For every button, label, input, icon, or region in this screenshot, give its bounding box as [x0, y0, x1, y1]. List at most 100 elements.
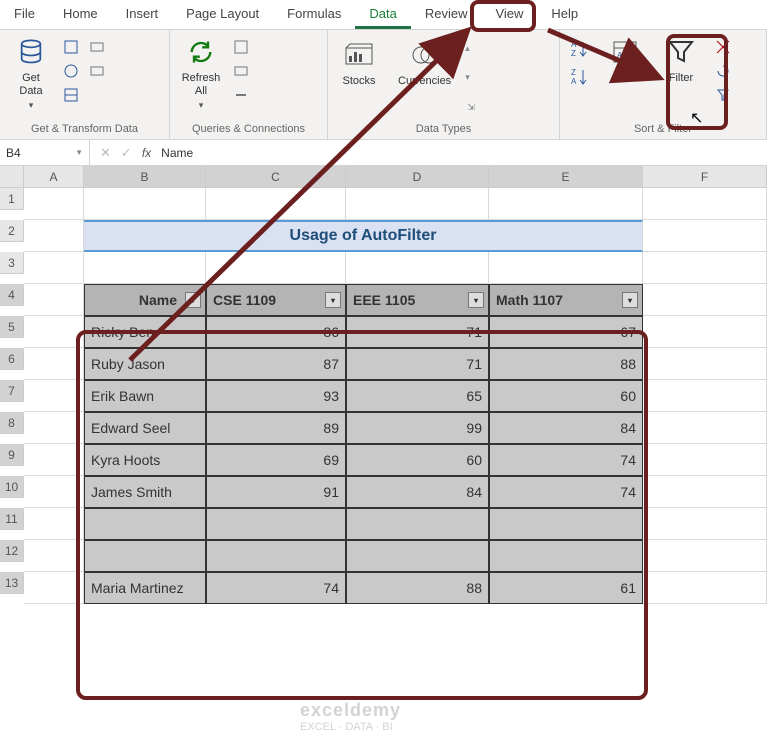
cell[interactable] [643, 508, 767, 540]
row-4[interactable]: 4 [0, 284, 24, 306]
cell[interactable] [643, 348, 767, 380]
table-cell[interactable]: 84 [489, 412, 643, 444]
cell[interactable] [643, 188, 767, 220]
cell[interactable] [84, 188, 206, 220]
table-cell[interactable] [84, 508, 206, 540]
from-web-button[interactable] [60, 60, 82, 82]
table-cell[interactable] [346, 540, 489, 572]
cell[interactable] [643, 380, 767, 412]
fx-cancel-icon[interactable]: ✕ [100, 145, 111, 161]
table-cell[interactable]: 74 [489, 476, 643, 508]
row-2[interactable]: 2 [0, 220, 24, 242]
col-D[interactable]: D [346, 166, 489, 188]
row-8[interactable]: 8 [0, 412, 24, 434]
filter-dropdown-icon[interactable]: ▾ [185, 292, 201, 308]
table-cell[interactable]: 60 [346, 444, 489, 476]
row-9[interactable]: 9 [0, 444, 24, 466]
cell[interactable] [643, 572, 767, 604]
sort-za-button[interactable]: ZA [566, 64, 594, 90]
title-cell[interactable]: Usage of AutoFilter [84, 220, 643, 252]
table-cell[interactable]: 60 [489, 380, 643, 412]
cell[interactable] [346, 252, 489, 284]
table-cell[interactable]: 71 [346, 316, 489, 348]
row-13[interactable]: 13 [0, 572, 24, 594]
table-cell[interactable]: Edward Seel [84, 412, 206, 444]
cell[interactable] [24, 444, 84, 476]
table-cell[interactable]: Erik Bawn [84, 380, 206, 412]
cell[interactable] [24, 572, 84, 604]
sort-az-button[interactable]: AZ [566, 36, 594, 62]
edit-links-button[interactable] [230, 84, 252, 106]
table-cell[interactable]: 91 [206, 476, 346, 508]
clear-filter-button[interactable] [712, 36, 734, 58]
table-cell[interactable] [489, 540, 643, 572]
cell[interactable] [643, 284, 767, 316]
get-data-button[interactable]: Get Data ▾ [6, 34, 56, 116]
table-cell[interactable]: 67 [489, 316, 643, 348]
col-C[interactable]: C [206, 166, 346, 188]
cell[interactable] [24, 476, 84, 508]
col-A[interactable]: A [24, 166, 84, 188]
table-cell[interactable]: Ricky Ben [84, 316, 206, 348]
filter-dropdown-icon[interactable]: ▾ [468, 292, 484, 308]
table-cell[interactable]: 61 [489, 572, 643, 604]
table-cell[interactable]: 69 [206, 444, 346, 476]
table-cell[interactable]: 74 [206, 572, 346, 604]
table-cell[interactable]: 88 [346, 572, 489, 604]
header-cse[interactable]: CSE 1109▾ [206, 284, 346, 316]
tab-help[interactable]: Help [537, 0, 592, 29]
tab-review[interactable]: Review [411, 0, 482, 29]
data-types-launcher[interactable]: ⇲ [465, 102, 477, 113]
row-3[interactable]: 3 [0, 252, 24, 274]
cell[interactable] [206, 188, 346, 220]
header-name[interactable]: Name▾ [84, 284, 206, 316]
worksheet-grid[interactable]: A B C D E F 1 2 Usage of AutoFilter 3 4 … [0, 166, 767, 604]
cell[interactable] [24, 508, 84, 540]
cell[interactable] [24, 380, 84, 412]
properties-button[interactable] [230, 60, 252, 82]
row-6[interactable]: 6 [0, 348, 24, 370]
filter-button[interactable]: Filter [656, 34, 706, 116]
cell[interactable] [643, 444, 767, 476]
cell[interactable] [643, 316, 767, 348]
tab-view[interactable]: View [481, 0, 537, 29]
cell[interactable] [489, 252, 643, 284]
table-cell[interactable]: James Smith [84, 476, 206, 508]
table-cell[interactable] [84, 540, 206, 572]
cell[interactable] [24, 412, 84, 444]
cell[interactable] [643, 220, 767, 252]
select-all-corner[interactable] [0, 166, 24, 188]
advanced-button[interactable] [712, 84, 734, 106]
fx-icon[interactable]: fx [142, 146, 151, 160]
row-7[interactable]: 7 [0, 380, 24, 402]
cell[interactable] [206, 252, 346, 284]
cell[interactable] [24, 188, 84, 220]
cell[interactable] [643, 540, 767, 572]
table-cell[interactable]: 99 [346, 412, 489, 444]
col-F[interactable]: F [643, 166, 767, 188]
table-cell[interactable]: 89 [206, 412, 346, 444]
cell[interactable] [24, 540, 84, 572]
cell[interactable] [489, 188, 643, 220]
tab-home[interactable]: Home [49, 0, 112, 29]
formula-bar-value[interactable]: Name [161, 146, 193, 160]
from-text-button[interactable] [60, 36, 82, 58]
tab-file[interactable]: File [0, 0, 49, 29]
row-10[interactable]: 10 [0, 476, 24, 498]
header-math[interactable]: Math 1107▾ [489, 284, 643, 316]
tab-data[interactable]: Data [355, 0, 410, 29]
fx-confirm-icon[interactable]: ✓ [121, 145, 132, 161]
table-cell[interactable]: 93 [206, 380, 346, 412]
table-cell[interactable]: Ruby Jason [84, 348, 206, 380]
table-cell[interactable]: 88 [489, 348, 643, 380]
filter-dropdown-icon[interactable]: ▾ [325, 292, 341, 308]
queries-button[interactable] [230, 36, 252, 58]
cell[interactable] [643, 252, 767, 284]
cell[interactable] [24, 252, 84, 284]
cell[interactable] [346, 188, 489, 220]
tab-formulas[interactable]: Formulas [273, 0, 355, 29]
table-cell[interactable] [206, 508, 346, 540]
table-cell[interactable]: 86 [206, 316, 346, 348]
table-cell[interactable]: Kyra Hoots [84, 444, 206, 476]
cell[interactable] [24, 284, 84, 316]
